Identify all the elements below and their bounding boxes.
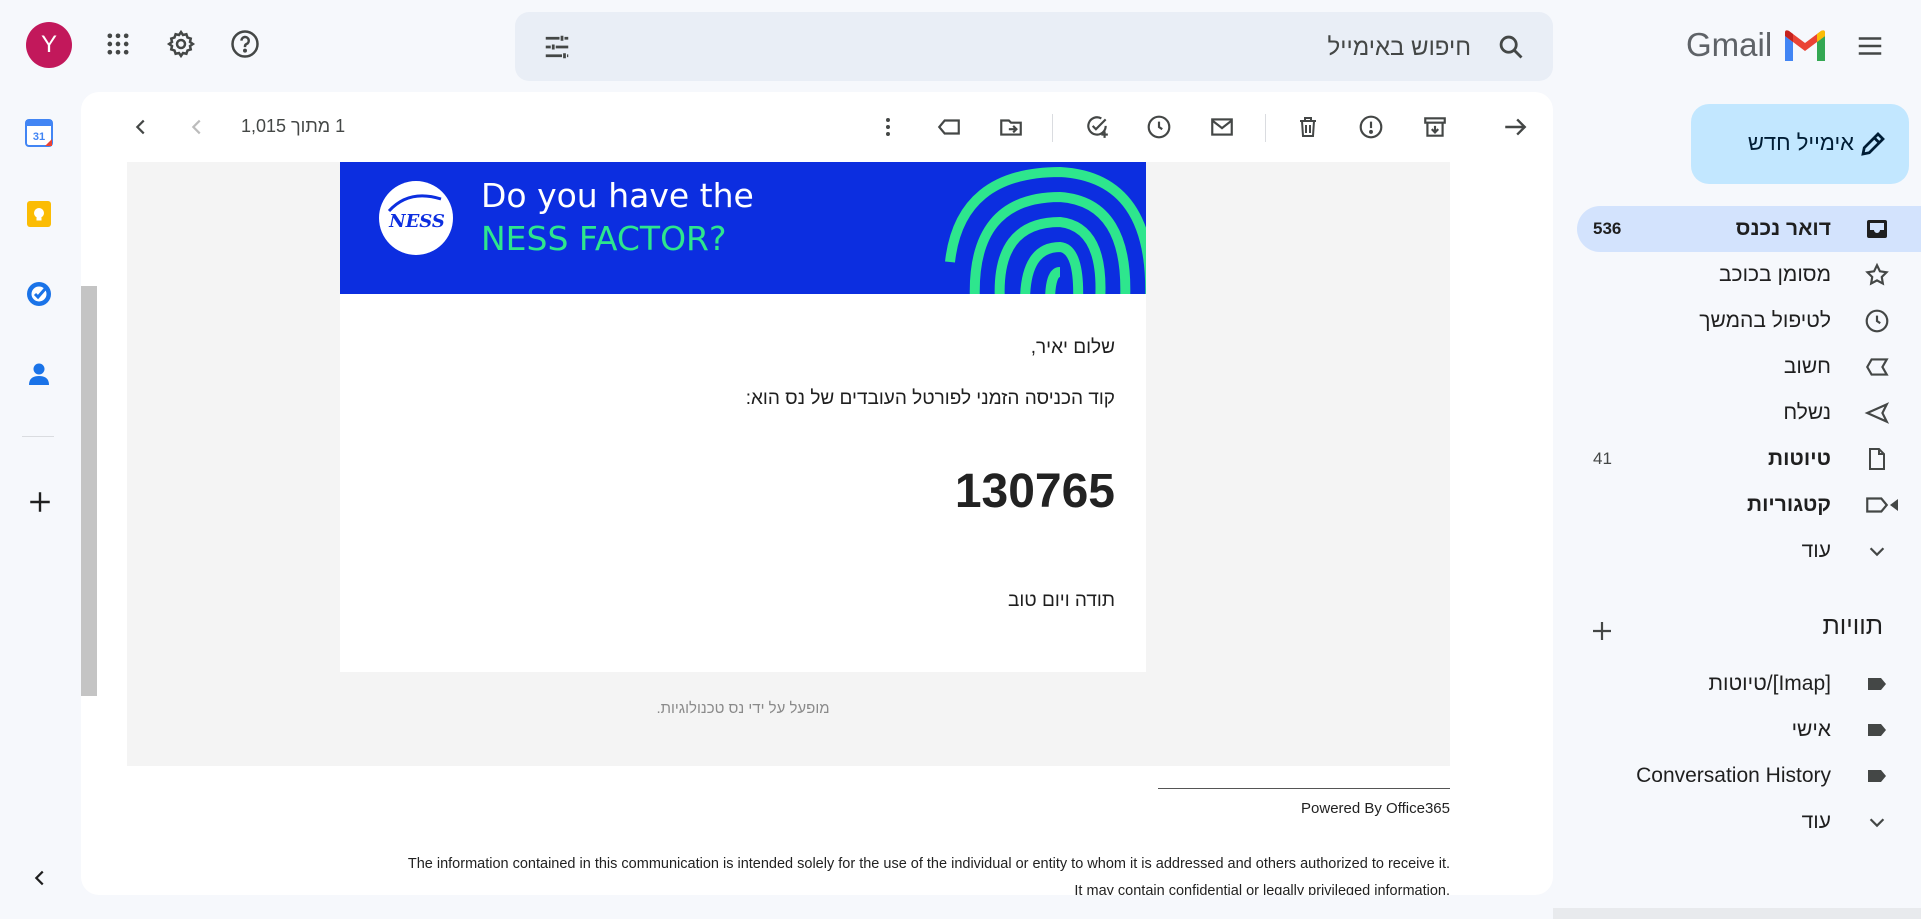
contacts-app-icon[interactable]	[25, 360, 53, 388]
archive-icon[interactable]	[1419, 111, 1451, 143]
more-vert-icon[interactable]	[872, 111, 904, 143]
scrollbar[interactable]	[81, 286, 97, 696]
label-icon	[1863, 762, 1891, 790]
signature-divider	[1158, 788, 1450, 789]
report-spam-icon[interactable]	[1355, 111, 1387, 143]
sidebar-item-important[interactable]: חשוב	[1577, 344, 1921, 390]
toolbar-divider	[1265, 114, 1266, 142]
mark-unread-icon[interactable]	[1206, 111, 1238, 143]
important-icon	[1863, 353, 1891, 381]
compose-label: אימייל חדש	[1747, 130, 1854, 155]
pencil-icon	[1857, 128, 1889, 160]
search-bar[interactable]: חיפוש באימייל	[515, 12, 1553, 81]
sidebar-item-label: עוד	[1801, 539, 1831, 562]
search-input[interactable]: חיפוש באימייל	[1328, 34, 1471, 62]
main-menu-icon[interactable]	[1852, 28, 1888, 64]
label-item-conversation-history[interactable]: Conversation History	[1577, 753, 1921, 799]
access-code: 130765	[954, 465, 1115, 518]
fingerprint-graphic	[940, 162, 1146, 294]
drafts-count: 41	[1593, 449, 1612, 468]
help-icon[interactable]	[227, 26, 263, 62]
labels-heading: תוויות	[1822, 612, 1883, 640]
star-icon	[1863, 261, 1891, 289]
label-outline-icon	[1863, 491, 1891, 519]
sidebar-item-label: נשלח	[1783, 401, 1831, 424]
pagination-text: 1 מתוך 1,015	[241, 116, 346, 136]
ness-logo-icon: NESS	[379, 181, 453, 255]
sidebar-item-label: טיוטות	[1768, 447, 1831, 470]
send-icon	[1863, 399, 1891, 427]
label-icon	[1863, 670, 1891, 698]
sidebar-item-label: לטיפול בהמשך	[1699, 309, 1831, 332]
move-to-icon[interactable]	[995, 111, 1027, 143]
email-greeting: שלום יאיר,	[1030, 337, 1115, 358]
collapse-panel-icon[interactable]	[28, 866, 52, 890]
toolbar-divider	[1052, 114, 1053, 142]
compose-button[interactable]: אימייל חדש	[1691, 104, 1909, 184]
label-item-text: אישי	[1791, 718, 1831, 741]
label-item-text: עוד	[1801, 810, 1831, 833]
label-item-imap-drafts[interactable]: [Imap]/טיוטות	[1577, 661, 1921, 707]
sidebar-item-more[interactable]: עוד	[1577, 528, 1921, 574]
add-app-icon[interactable]	[26, 488, 54, 516]
snooze-icon[interactable]	[1143, 111, 1175, 143]
bottom-edge	[1553, 908, 1921, 919]
email-signoff: תודה ויום טוב	[1007, 590, 1115, 611]
email-code-intro: קוד הכניסה הזמני לפורטל העובדים של נס הו…	[745, 388, 1115, 409]
older-message-icon	[181, 111, 213, 143]
label-item-text: [Imap]/טיוטות	[1708, 672, 1832, 695]
svg-text:31: 31	[33, 131, 45, 143]
label-as-icon[interactable]	[933, 111, 965, 143]
back-arrow-icon[interactable]	[1499, 111, 1531, 143]
banner-subheadline: NESS FACTOR?	[481, 219, 727, 258]
message-toolbar: 1 מתוך 1,015	[81, 92, 1553, 162]
label-item-more[interactable]: עוד	[1577, 799, 1921, 845]
sidebar-item-label: קטגוריות	[1747, 493, 1831, 516]
search-icon[interactable]	[1493, 29, 1529, 65]
draft-icon	[1863, 445, 1891, 473]
sidebar-item-sent[interactable]: נשלח	[1577, 390, 1921, 436]
add-label-icon[interactable]	[1588, 617, 1616, 645]
add-to-tasks-icon[interactable]	[1081, 111, 1113, 143]
account-avatar[interactable]: Y	[26, 22, 72, 68]
disclaimer-line: It may contain confidential or legally p…	[1074, 883, 1450, 895]
sidebar-item-starred[interactable]: מסומן בכוכב	[1577, 252, 1921, 298]
banner-headline: Do you have the	[481, 176, 754, 215]
powered-by-text: Powered By Office365	[1301, 800, 1450, 817]
label-icon	[1863, 716, 1891, 744]
newer-message-icon[interactable]	[125, 111, 157, 143]
apps-grid-icon[interactable]	[100, 26, 136, 62]
svg-text:NESS: NESS	[388, 211, 445, 232]
calendar-app-icon[interactable]: 31	[25, 119, 53, 147]
gmail-logo-icon[interactable]	[1782, 28, 1828, 64]
email-message-content: שלום יאיר, קוד הכניסה הזמני לפורטל העובד…	[340, 294, 1146, 672]
search-options-icon[interactable]	[539, 29, 575, 65]
sidebar-item-inbox[interactable]: 536 דואר נכנס	[1577, 206, 1921, 252]
sidebar-item-label: חשוב	[1783, 355, 1831, 378]
email-footer-note: מופעל על ידי נס טכנולוגיות.	[656, 700, 830, 717]
label-item-text: Conversation History	[1636, 764, 1831, 787]
tasks-app-icon[interactable]	[25, 280, 53, 308]
message-view: 1 מתוך 1,015 NESS Do you have the NESS F…	[81, 92, 1553, 895]
sidebar-item-label: מסומן בכוכב	[1719, 263, 1831, 286]
inbox-unread-count: 536	[1593, 219, 1622, 238]
sidebar-item-categories[interactable]: קטגוריות	[1577, 482, 1921, 528]
sidebar-item-label: דואר נכנס	[1735, 217, 1831, 240]
promo-banner: NESS Do you have the NESS FACTOR?	[340, 162, 1146, 294]
label-item-personal[interactable]: אישי	[1577, 707, 1921, 753]
chevron-down-icon	[1863, 808, 1891, 836]
settings-gear-icon[interactable]	[163, 26, 199, 62]
sidebar-item-drafts[interactable]: 41 טיוטות	[1577, 436, 1921, 482]
gmail-logo-text[interactable]: Gmail	[1686, 26, 1772, 64]
sidebar-item-snoozed[interactable]: לטיפול בהמשך	[1577, 298, 1921, 344]
keep-app-icon[interactable]	[25, 200, 53, 228]
rail-divider	[22, 436, 54, 437]
disclaimer-line: The information contained in this commun…	[407, 856, 1450, 872]
inbox-icon	[1863, 215, 1891, 243]
chevron-down-icon	[1863, 537, 1891, 565]
clock-icon	[1863, 307, 1891, 335]
delete-icon[interactable]	[1292, 111, 1324, 143]
